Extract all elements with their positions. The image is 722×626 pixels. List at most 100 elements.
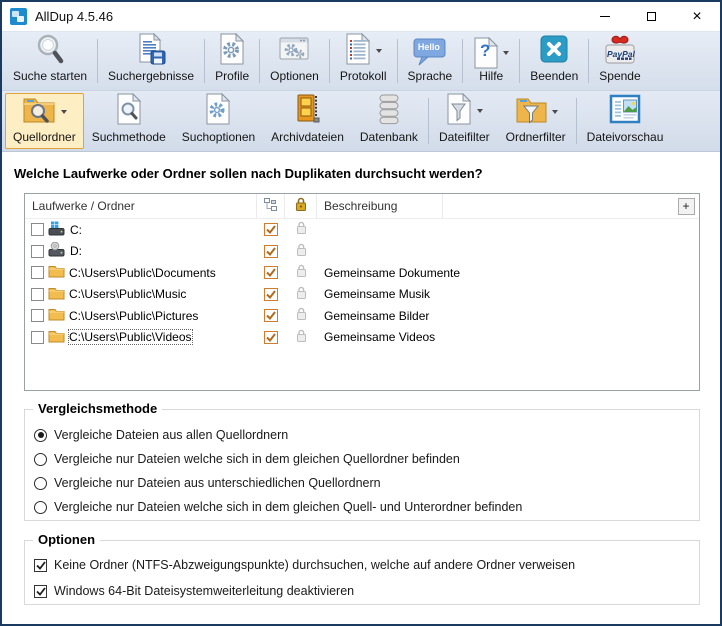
- checkbox-option[interactable]: Windows 64-Bit Dateisystemweiterleitung …: [34, 578, 699, 604]
- section-toolbar: Quellordner Suchmethode Suchoptionen Arc…: [2, 90, 720, 152]
- start-search-button[interactable]: Suche starten: [5, 34, 95, 88]
- protocol-list-icon: [344, 32, 372, 71]
- row-path: C:\Users\Public\Documents: [69, 266, 216, 280]
- tab-search-method[interactable]: Suchmethode: [84, 93, 174, 149]
- cd-drive-icon: [48, 242, 66, 260]
- quit-button[interactable]: Beenden: [522, 34, 586, 88]
- chevron-down-icon[interactable]: [503, 51, 509, 55]
- separator: [576, 98, 577, 144]
- radio-button[interactable]: [34, 429, 47, 442]
- tab-folder-filter[interactable]: Ordnerfilter: [498, 93, 574, 149]
- radio-option[interactable]: Vergleiche nur Dateien aus unterschiedli…: [34, 471, 699, 495]
- separator: [428, 98, 429, 144]
- profiles-button[interactable]: Profile: [207, 34, 257, 88]
- row-select-checkbox[interactable]: [31, 223, 44, 236]
- checkbox-label: Keine Ordner (NTFS-Abzweigungspunkte) du…: [54, 558, 575, 572]
- table-row[interactable]: D:: [25, 241, 699, 263]
- column-header-lock[interactable]: [285, 194, 317, 218]
- recurse-checked-icon[interactable]: [264, 331, 278, 344]
- content-area: Welche Laufwerke oder Ordner sollen nach…: [2, 152, 720, 624]
- radio-button[interactable]: [34, 501, 47, 514]
- row-select-checkbox[interactable]: [31, 266, 44, 279]
- tab-search-options[interactable]: Suchoptionen: [174, 93, 263, 149]
- tab-source-folders-label: Quellordner: [13, 130, 76, 145]
- row-description: Gemeinsame Bilder: [317, 305, 617, 327]
- radio-option[interactable]: Vergleiche Dateien aus allen Quellordner…: [34, 423, 699, 447]
- column-header-description[interactable]: Beschreibung: [317, 194, 443, 218]
- options-button[interactable]: Optionen: [262, 34, 327, 88]
- tab-database[interactable]: Datenbank: [352, 93, 426, 149]
- folder-icon: [48, 329, 65, 346]
- add-source-button[interactable]: +: [678, 198, 695, 215]
- title-bar[interactable]: AllDup 4.5.46 ×: [2, 2, 720, 32]
- recurse-checked-icon[interactable]: [264, 223, 278, 236]
- donate-button[interactable]: PayPal Spende: [591, 34, 648, 88]
- recurse-checked-icon[interactable]: [264, 245, 278, 258]
- chevron-down-icon[interactable]: [376, 49, 382, 53]
- hard-drive-icon: [48, 221, 66, 239]
- tab-archive-files[interactable]: Archivdateien: [263, 93, 352, 149]
- chevron-down-icon[interactable]: [61, 110, 67, 114]
- folder-icon: [48, 286, 65, 303]
- tab-folder-filter-label: Ordnerfilter: [506, 130, 566, 145]
- table-row[interactable]: C:\Users\Public\Pictures Gemeinsame Bild…: [25, 305, 699, 327]
- compare-method-title: Vergleichsmethode: [33, 401, 162, 416]
- table-row[interactable]: C:\Users\Public\Music Gemeinsame Musik: [25, 284, 699, 306]
- alldup-window: AllDup 4.5.46 × Suche starten Suchergebn…: [0, 0, 722, 626]
- tab-file-preview-label: Dateivorschau: [587, 130, 664, 145]
- language-button[interactable]: Hello Sprache: [400, 34, 461, 88]
- help-button[interactable]: ? Hilfe: [465, 34, 517, 88]
- quit-label: Beenden: [530, 69, 578, 84]
- padlock-unlocked-icon[interactable]: [296, 264, 307, 281]
- window-title: AllDup 4.5.46: [35, 9, 113, 24]
- padlock-unlocked-icon[interactable]: [296, 329, 307, 346]
- padlock-unlocked-icon[interactable]: [296, 243, 307, 260]
- table-row[interactable]: C:\Users\Public\Documents Gemeinsame Dok…: [25, 262, 699, 284]
- close-icon[interactable]: ×: [674, 2, 720, 31]
- table-row[interactable]: C:\Users\Public\Videos Gemeinsame Videos: [25, 327, 699, 349]
- radio-option[interactable]: Vergleiche nur Dateien welche sich in de…: [34, 447, 699, 471]
- row-select-checkbox[interactable]: [31, 331, 44, 344]
- checkbox-option[interactable]: Keine Ordner (NTFS-Abzweigungspunkte) du…: [34, 552, 699, 578]
- maximize-icon[interactable]: [628, 2, 674, 31]
- recurse-checked-icon[interactable]: [264, 266, 278, 279]
- separator: [462, 39, 463, 83]
- chevron-down-icon[interactable]: [552, 110, 558, 114]
- separator: [204, 39, 205, 83]
- radio-label: Vergleiche nur Dateien welche sich in de…: [54, 500, 522, 514]
- column-header-name[interactable]: Laufwerke / Ordner: [25, 194, 257, 218]
- row-path: D:: [70, 244, 82, 258]
- row-select-checkbox[interactable]: [31, 245, 44, 258]
- recurse-checked-icon[interactable]: [264, 288, 278, 301]
- help-question-icon: ?: [473, 37, 499, 69]
- column-header-recurse[interactable]: [257, 194, 285, 218]
- row-path: C:\Users\Public\Pictures: [69, 309, 198, 323]
- column-header-extra[interactable]: [443, 194, 673, 218]
- tab-file-preview[interactable]: Dateivorschau: [579, 93, 672, 149]
- checkbox-checked[interactable]: [34, 559, 47, 572]
- padlock-unlocked-icon[interactable]: [296, 286, 307, 303]
- profile-gear-document-icon: [218, 32, 246, 71]
- minimize-icon[interactable]: [582, 2, 628, 31]
- table-row[interactable]: C:: [25, 219, 699, 241]
- compare-method-group: Vergleichsmethode Vergleiche Dateien aus…: [24, 409, 700, 521]
- subfolder-tree-icon: [264, 198, 277, 215]
- padlock-unlocked-icon[interactable]: [296, 307, 307, 324]
- radio-option[interactable]: Vergleiche nur Dateien welche sich in de…: [34, 495, 699, 519]
- tab-file-filter[interactable]: Dateifilter: [431, 93, 498, 149]
- row-select-checkbox[interactable]: [31, 288, 44, 301]
- recurse-checked-icon[interactable]: [264, 309, 278, 322]
- chevron-down-icon[interactable]: [477, 109, 483, 113]
- radio-button[interactable]: [34, 453, 47, 466]
- row-select-checkbox[interactable]: [31, 309, 44, 322]
- search-results-button[interactable]: Suchergebnisse: [100, 34, 202, 88]
- table-header[interactable]: Laufwerke / Ordner Beschreibung +: [25, 194, 699, 219]
- tab-source-folders[interactable]: Quellordner: [5, 93, 84, 149]
- padlock-unlocked-icon[interactable]: [296, 221, 307, 238]
- protocol-button[interactable]: Protokoll: [332, 34, 395, 88]
- separator: [397, 39, 398, 83]
- search-options-icon: [204, 92, 232, 131]
- database-icon: [374, 92, 404, 131]
- radio-button[interactable]: [34, 477, 47, 490]
- checkbox-checked[interactable]: [34, 585, 47, 598]
